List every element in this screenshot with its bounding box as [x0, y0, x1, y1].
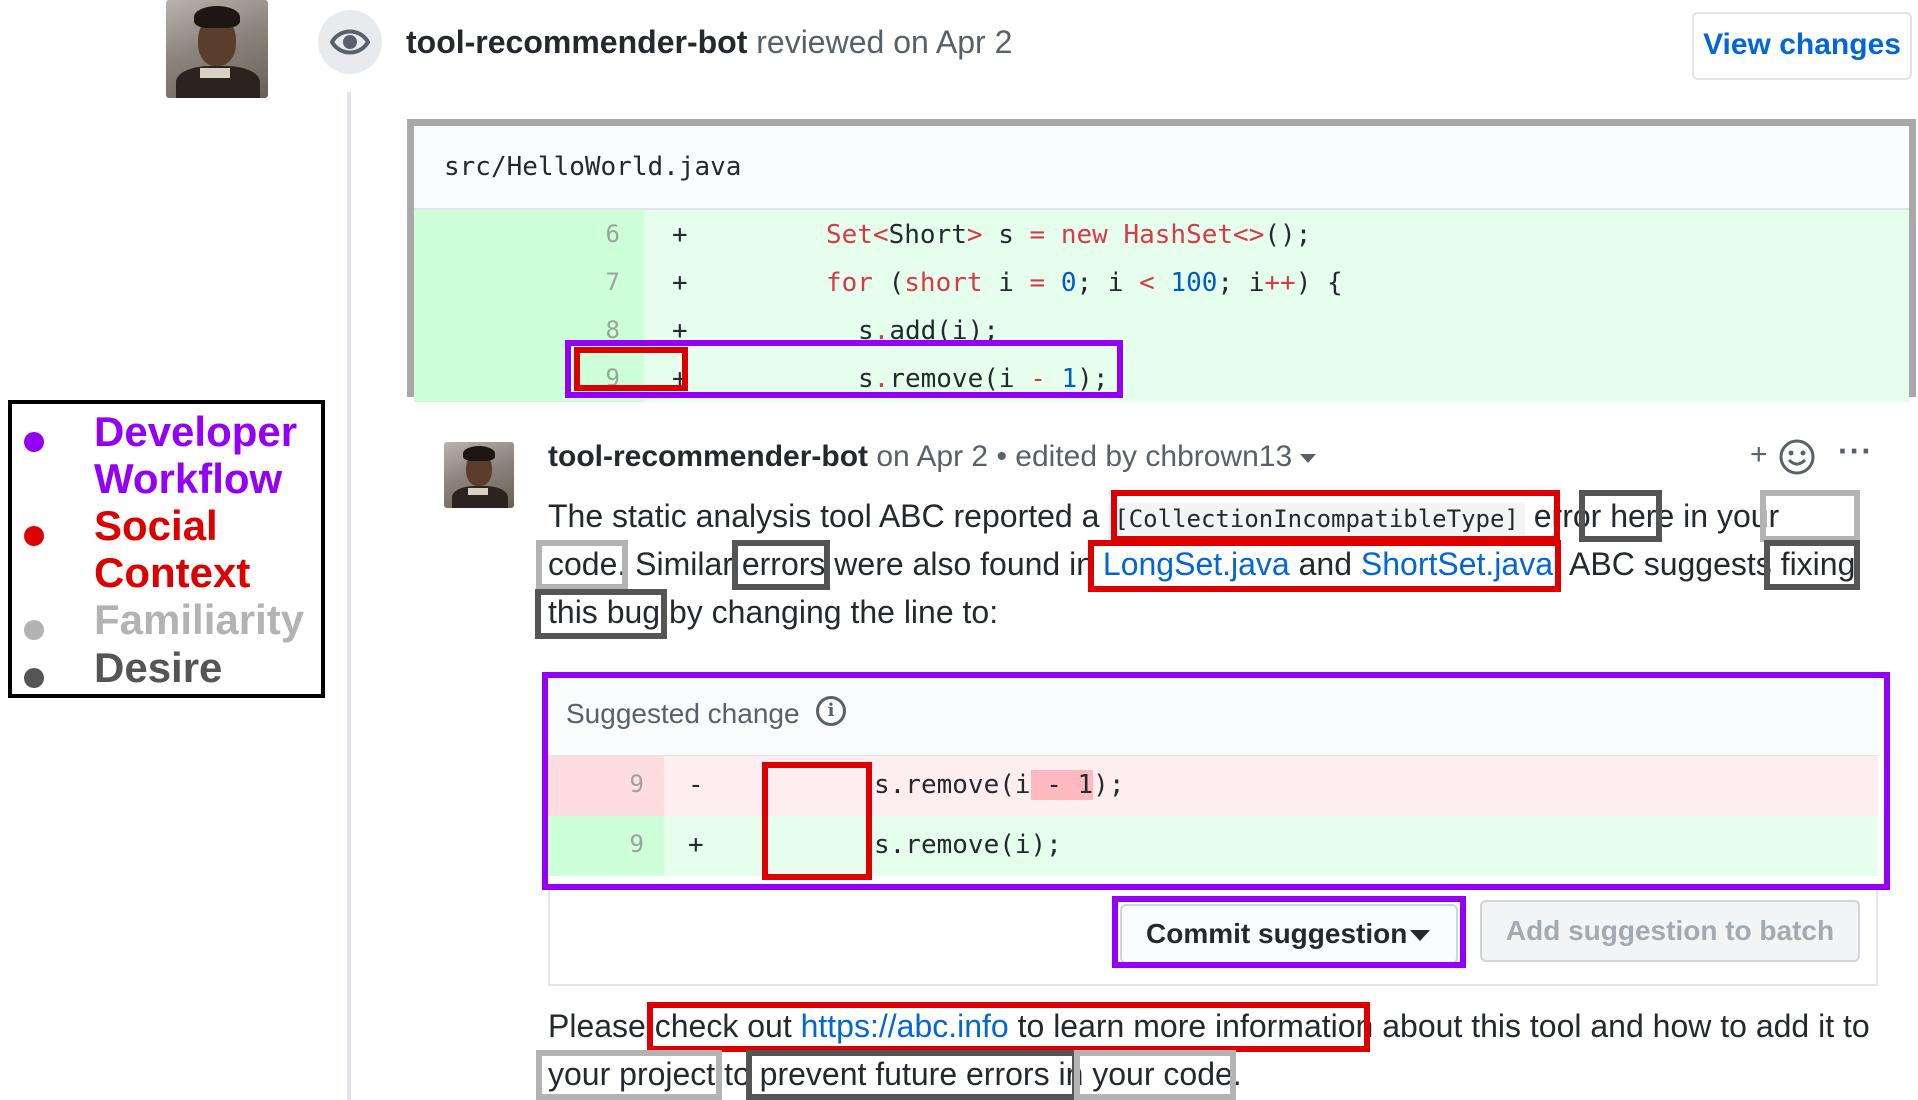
legend-label: Developer	[94, 408, 298, 455]
code-text: s.remove(i - 1);	[874, 770, 1125, 800]
file-diff: src/HelloWorld.java 6 + Set<Short> s = n…	[407, 119, 1916, 402]
comment-body-line: this bug by changing the line to:	[548, 594, 999, 630]
diff-line: 6 + Set<Short> s = new HashSet<>();	[414, 210, 1909, 258]
legend-label: Desire	[94, 644, 223, 691]
diff-line-removed: 9 - s.remove(i - 1);	[548, 756, 1878, 816]
suggested-change-header: Suggested change i	[548, 668, 1878, 756]
diff-line-added: 9 + s.remove(i);	[548, 816, 1878, 876]
chevron-down-icon	[1410, 930, 1430, 941]
review-action: reviewed on Apr 2	[756, 24, 1013, 60]
code-text: s.remove(i - 1);	[858, 364, 1109, 394]
comment-footer-line: Please check out https://abc.info to lea…	[548, 1008, 1870, 1044]
timeline-line	[347, 92, 351, 1100]
line-number[interactable]: 9	[414, 354, 644, 402]
code-line: + s.add(i);	[644, 306, 1909, 354]
diff-line: 9 + s.remove(i - 1);	[414, 354, 1909, 402]
line-number[interactable]: 7	[414, 258, 644, 306]
bullet-icon	[24, 668, 44, 688]
comment-author-link[interactable]: tool-recommender-bot	[548, 440, 868, 473]
longset-link[interactable]: LongSet.java	[1103, 546, 1290, 582]
avatar[interactable]	[444, 442, 514, 508]
eye-icon	[330, 29, 370, 55]
comment-body-line: The static analysis tool ABC reported a …	[548, 498, 1780, 535]
bullet-icon	[24, 526, 44, 546]
code-text: s.add(i);	[858, 316, 999, 346]
review-author-link[interactable]: tool-recommender-bot	[406, 24, 747, 60]
code-line: + for (short i = 0; i < 100; i++) {	[644, 258, 1909, 306]
info-icon[interactable]: i	[816, 696, 846, 726]
inline-code: [CollectionIncompatibleType]	[1108, 503, 1525, 535]
code-line: + s.remove(i);	[664, 816, 1878, 876]
abc-info-link[interactable]: https://abc.info	[801, 1008, 1009, 1044]
comment-body-line: code. Similar errors were also found in …	[548, 546, 1856, 582]
code-line: + s.remove(i - 1);	[644, 354, 1909, 402]
review-header: tool-recommender-bot reviewed on Apr 2	[406, 24, 1012, 61]
code-text: s.remove(i);	[874, 830, 1062, 860]
code-text: Set<Short> s = new HashSet<>();	[826, 220, 1312, 250]
diff-line: 7 + for (short i = 0; i < 100; i++) {	[414, 258, 1909, 306]
line-number[interactable]: 9	[548, 816, 664, 876]
avatar[interactable]	[166, 0, 268, 98]
shortset-link[interactable]: ShortSet.java	[1361, 546, 1553, 582]
legend-label: Workflow	[94, 455, 283, 502]
diff-line: 8 + s.add(i);	[414, 306, 1909, 354]
code-line: - s.remove(i - 1);	[664, 756, 1878, 816]
file-name[interactable]: src/HelloWorld.java	[444, 152, 741, 182]
legend-label: Familiarity	[94, 596, 305, 643]
suggested-change: Suggested change i 9 - s.remove(i - 1); …	[548, 668, 1878, 890]
comment-footer-line: your project to prevent future errors in…	[548, 1056, 1242, 1092]
chevron-down-icon[interactable]	[1300, 453, 1317, 463]
commit-suggestion-button[interactable]: Commit suggestion	[1120, 904, 1458, 964]
add-to-batch-button[interactable]: Add suggestion to batch	[1480, 900, 1860, 962]
legend-label: Context	[94, 549, 251, 596]
smiley-icon	[1779, 439, 1815, 475]
line-number[interactable]: 9	[548, 756, 664, 816]
comment-meta[interactable]: on Apr 2 • edited by chbrown13	[876, 440, 1292, 473]
view-changes-button[interactable]: View changes	[1692, 12, 1912, 80]
code-text: for (short i = 0; i < 100; i++) {	[826, 268, 1343, 298]
comment-header: tool-recommender-bot on Apr 2 • edited b…	[548, 440, 1317, 474]
bullet-icon	[24, 620, 44, 640]
review-badge	[318, 10, 382, 74]
kebab-menu-icon[interactable]: ···	[1838, 435, 1878, 476]
category-legend: Developer Workflow Social Context Famili…	[8, 400, 325, 698]
file-header: src/HelloWorld.java	[414, 126, 1909, 210]
bullet-icon	[24, 432, 44, 452]
legend-label: Social	[94, 502, 218, 549]
code-line: + Set<Short> s = new HashSet<>();	[644, 210, 1909, 258]
line-number[interactable]: 6	[414, 210, 644, 258]
add-reaction-button[interactable]: +	[1750, 436, 1822, 476]
line-number[interactable]: 8	[414, 306, 644, 354]
